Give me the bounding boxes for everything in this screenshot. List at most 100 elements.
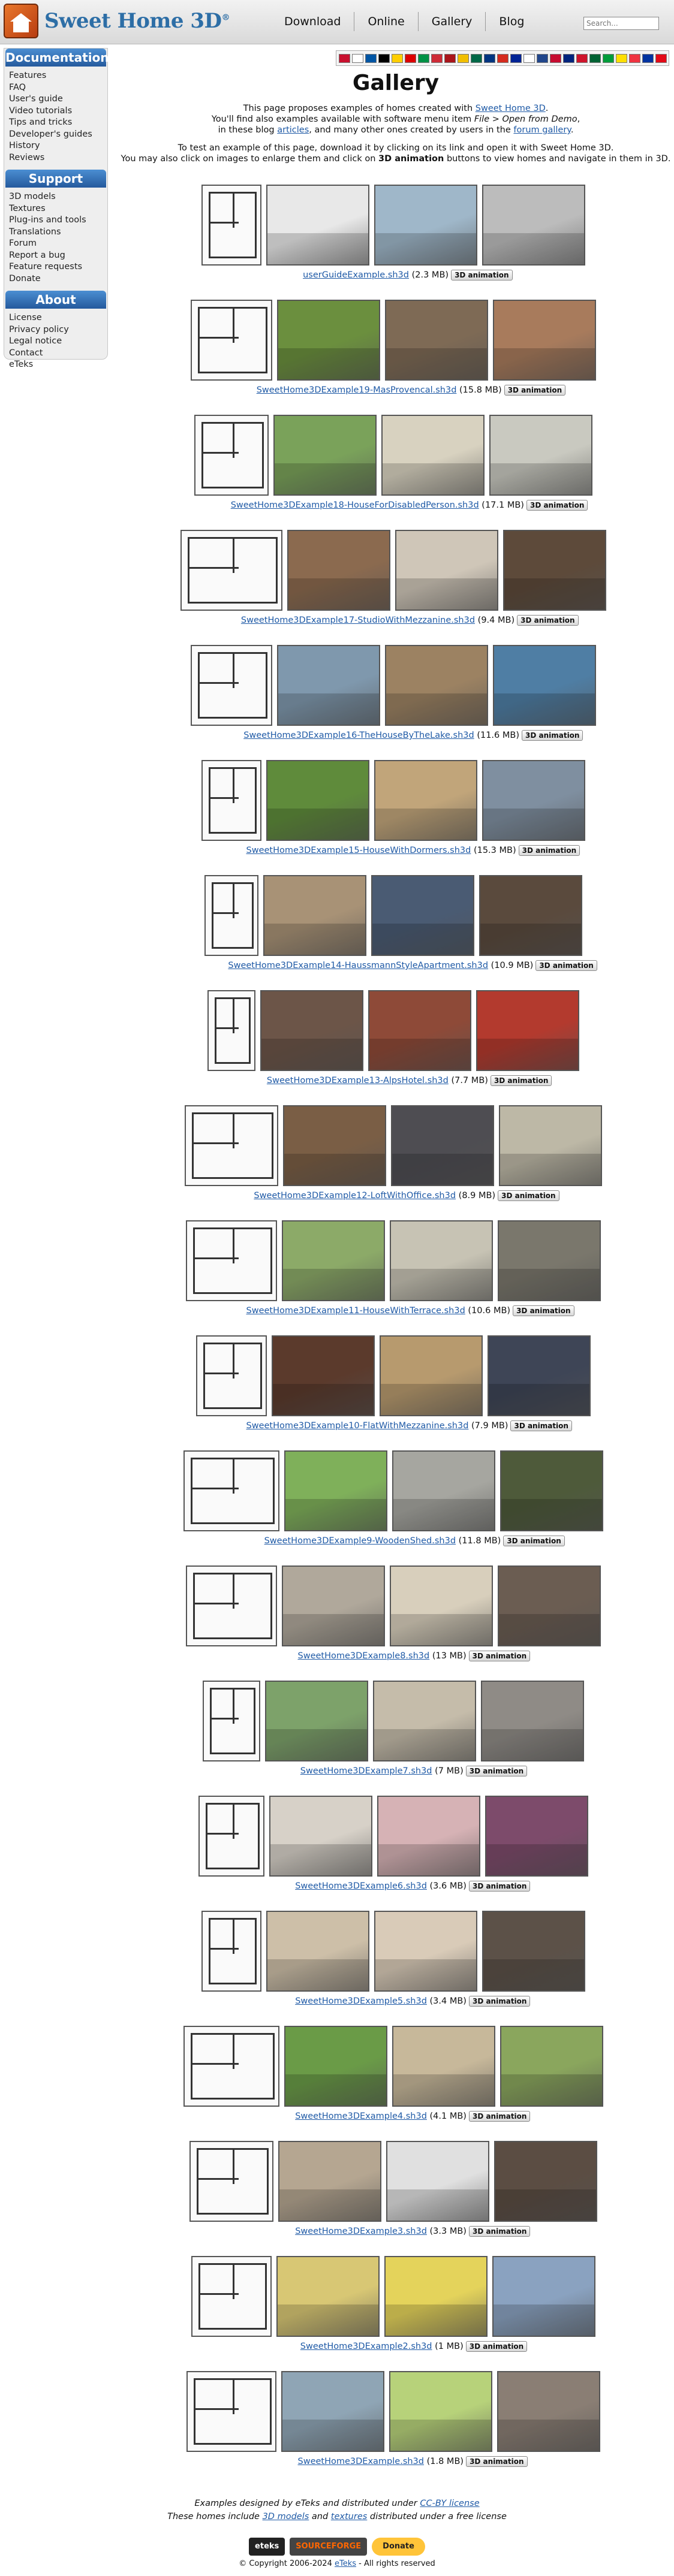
3d-animation-button[interactable]: 3D animation xyxy=(510,1420,572,1431)
view-3d-image-1[interactable] xyxy=(282,1565,385,1646)
view-3d-image-2[interactable] xyxy=(386,2141,489,2222)
floor-plan-image[interactable] xyxy=(180,530,282,611)
view-3d-image-1[interactable] xyxy=(260,990,363,1071)
3d-animation-button[interactable]: 3D animation xyxy=(503,1536,565,1546)
language-flag-icon[interactable] xyxy=(563,53,574,63)
view-3d-image-2[interactable] xyxy=(373,1681,476,1761)
example-download-link[interactable]: SweetHome3DExample13-AlpsHotel.sh3d xyxy=(267,1076,449,1085)
3d-animation-button[interactable]: 3D animation xyxy=(498,1190,559,1201)
view-3d-image-2[interactable] xyxy=(381,415,485,496)
example-download-link[interactable]: userGuideExample.sh3d xyxy=(303,270,409,280)
view-3d-image-2[interactable] xyxy=(392,1450,495,1531)
view-3d-image-3[interactable] xyxy=(485,1796,588,1877)
view-3d-image-1[interactable] xyxy=(284,2026,387,2107)
view-3d-image-3[interactable] xyxy=(493,645,596,726)
language-flag-icon[interactable] xyxy=(497,53,508,63)
view-3d-image-3[interactable] xyxy=(493,300,596,381)
example-download-link[interactable]: SweetHome3DExample12-LoftWithOffice.sh3d xyxy=(254,1191,456,1200)
floor-plan-image[interactable] xyxy=(186,1565,277,1646)
view-3d-image-2[interactable] xyxy=(374,1911,477,1992)
3d-animation-button[interactable]: 3D animation xyxy=(468,1651,531,1661)
view-3d-image-1[interactable] xyxy=(265,1681,368,1761)
view-3d-image-3[interactable] xyxy=(503,530,606,611)
3d-animation-button[interactable]: 3D animation xyxy=(468,2111,531,2122)
3d-animation-button[interactable]: 3D animation xyxy=(468,2226,531,2237)
example-download-link[interactable]: SweetHome3DExample17-StudioWithMezzanine… xyxy=(241,616,475,625)
view-3d-image-1[interactable] xyxy=(277,645,380,726)
view-3d-image-1[interactable] xyxy=(269,1796,372,1877)
floor-plan-image[interactable] xyxy=(201,1911,261,1992)
view-3d-image-1[interactable] xyxy=(282,1220,385,1301)
donate-button[interactable]: Donate xyxy=(372,2538,425,2556)
language-flag-icon[interactable] xyxy=(378,53,390,63)
view-3d-image-1[interactable] xyxy=(273,415,377,496)
3d-animation-button[interactable]: 3D animation xyxy=(513,1305,574,1316)
nav-online[interactable]: Online xyxy=(354,12,419,31)
example-download-link[interactable]: SweetHome3DExample3.sh3d xyxy=(295,2227,427,2236)
view-3d-image-2[interactable] xyxy=(377,1796,480,1877)
floor-plan-image[interactable] xyxy=(207,990,255,1071)
example-download-link[interactable]: SweetHome3DExample4.sh3d xyxy=(295,2112,427,2121)
sidebar-item-user-s-guide[interactable]: User's guide xyxy=(4,93,107,105)
floor-plan-image[interactable] xyxy=(189,2141,273,2222)
language-flag-icon[interactable] xyxy=(616,53,627,63)
floor-plan-image[interactable] xyxy=(191,2256,272,2337)
view-3d-image-3[interactable] xyxy=(488,1335,591,1416)
view-3d-image-2[interactable] xyxy=(374,760,477,841)
view-3d-image-3[interactable] xyxy=(500,1450,603,1531)
view-3d-image-1[interactable] xyxy=(276,2256,380,2337)
view-3d-image-3[interactable] xyxy=(482,1911,585,1992)
floor-plan-image[interactable] xyxy=(191,300,272,381)
language-flag-icon[interactable] xyxy=(523,53,535,63)
floor-plan-image[interactable] xyxy=(186,1220,277,1301)
forum-gallery-link[interactable]: forum gallery xyxy=(513,125,570,135)
sidebar-item-reviews[interactable]: Reviews xyxy=(4,152,107,164)
language-flag-icon[interactable] xyxy=(537,53,548,63)
sweet-home-3d-link[interactable]: Sweet Home 3D xyxy=(476,104,546,113)
site-logo[interactable]: Sweet Home 3D® xyxy=(4,4,230,38)
view-3d-image-2[interactable] xyxy=(368,990,471,1071)
view-3d-image-3[interactable] xyxy=(479,875,582,956)
view-3d-image-1[interactable] xyxy=(284,1450,387,1531)
view-3d-image-3[interactable] xyxy=(499,1105,602,1186)
view-3d-image-3[interactable] xyxy=(500,2026,603,2107)
view-3d-image-2[interactable] xyxy=(395,530,498,611)
3d-animation-button[interactable]: 3D animation xyxy=(535,960,597,971)
sidebar-item-video-tutorials[interactable]: Video tutorials xyxy=(4,105,107,117)
example-download-link[interactable]: SweetHome3DExample10-FlatWithMezzanine.s… xyxy=(246,1421,469,1431)
view-3d-image-2[interactable] xyxy=(390,1565,493,1646)
view-3d-image-3[interactable] xyxy=(497,2371,600,2452)
language-flag-icon[interactable] xyxy=(484,53,495,63)
view-3d-image-3[interactable] xyxy=(476,990,579,1071)
view-3d-image-3[interactable] xyxy=(482,185,585,266)
sidebar-item-features[interactable]: Features xyxy=(4,70,107,82)
3d-animation-button[interactable]: 3D animation xyxy=(466,2456,528,2467)
language-flag-icon[interactable] xyxy=(444,53,456,63)
language-flag-icon[interactable] xyxy=(418,53,429,63)
example-download-link[interactable]: SweetHome3DExample15-HouseWithDormers.sh… xyxy=(246,846,471,855)
3d-animation-button[interactable]: 3D animation xyxy=(468,1881,531,1892)
eteks-link[interactable]: eTeks xyxy=(335,2559,356,2568)
view-3d-image-1[interactable] xyxy=(281,2371,384,2452)
floor-plan-image[interactable] xyxy=(201,760,261,841)
floor-plan-image[interactable] xyxy=(203,1681,260,1761)
3d-animation-button[interactable]: 3D animation xyxy=(517,615,579,626)
view-3d-image-1[interactable] xyxy=(263,875,366,956)
view-3d-image-3[interactable] xyxy=(494,2141,597,2222)
eteks-badge[interactable]: eteks xyxy=(249,2538,285,2556)
floor-plan-image[interactable] xyxy=(183,1450,279,1531)
floor-plan-image[interactable] xyxy=(204,875,258,956)
floor-plan-image[interactable] xyxy=(196,1335,267,1416)
language-flag-icon[interactable] xyxy=(352,53,363,63)
view-3d-image-2[interactable] xyxy=(380,1335,483,1416)
example-download-link[interactable]: SweetHome3DExample11-HouseWithTerrace.sh… xyxy=(246,1306,465,1316)
view-3d-image-2[interactable] xyxy=(371,875,474,956)
example-download-link[interactable]: SweetHome3DExample14-HaussmannStyleApart… xyxy=(228,961,488,970)
view-3d-image-1[interactable] xyxy=(287,530,390,611)
nav-blog[interactable]: Blog xyxy=(486,12,537,31)
language-flag-icon[interactable] xyxy=(576,53,588,63)
view-3d-image-1[interactable] xyxy=(266,1911,369,1992)
view-3d-image-1[interactable] xyxy=(266,185,369,266)
3d-animation-button[interactable]: 3D animation xyxy=(504,385,566,396)
floor-plan-image[interactable] xyxy=(185,1105,278,1186)
